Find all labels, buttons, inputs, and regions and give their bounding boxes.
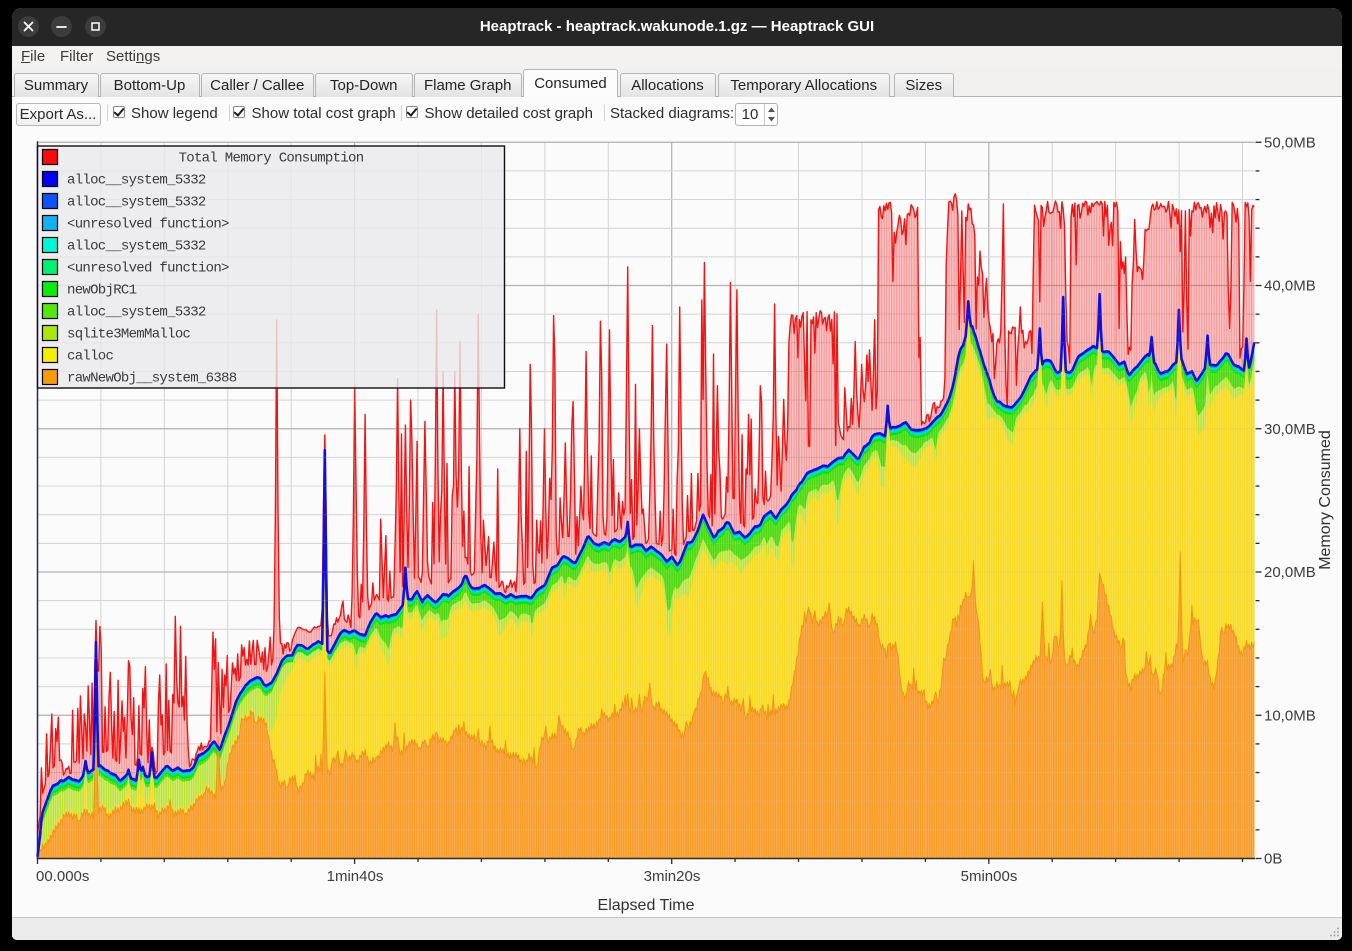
svg-text:alloc__system_5332: alloc__system_5332: [67, 239, 206, 255]
svg-text:alloc__system_5332: alloc__system_5332: [67, 195, 206, 211]
svg-text:40,0MB: 40,0MB: [1264, 278, 1316, 295]
svg-text:alloc__system_5332: alloc__system_5332: [67, 305, 206, 321]
svg-text:newObjRC1: newObjRC1: [67, 283, 137, 299]
svg-text:20,0MB: 20,0MB: [1264, 564, 1316, 581]
svg-text:calloc: calloc: [67, 349, 114, 365]
svg-text:<unresolved function>: <unresolved function>: [67, 217, 229, 233]
svg-text:Memory Consumed: Memory Consumed: [1317, 430, 1334, 570]
svg-text:5min00s: 5min00s: [961, 868, 1018, 885]
svg-text:<unresolved function>: <unresolved function>: [67, 261, 229, 277]
svg-text:0B: 0B: [1264, 851, 1282, 868]
svg-text:sqlite3MemMalloc: sqlite3MemMalloc: [67, 327, 191, 343]
svg-text:50,0MB: 50,0MB: [1264, 134, 1316, 151]
svg-text:alloc__system_5332: alloc__system_5332: [67, 173, 206, 189]
svg-text:30,0MB: 30,0MB: [1264, 421, 1316, 438]
svg-text:10,0MB: 10,0MB: [1264, 707, 1316, 724]
svg-text:3min20s: 3min20s: [644, 868, 701, 885]
svg-text:00.000s: 00.000s: [36, 868, 89, 885]
svg-text:1min40s: 1min40s: [327, 868, 384, 885]
svg-text:Total Memory Consumption: Total Memory Consumption: [179, 151, 364, 167]
svg-text:Elapsed Time: Elapsed Time: [598, 897, 695, 914]
svg-text:rawNewObj__system_6388: rawNewObj__system_6388: [67, 371, 237, 387]
